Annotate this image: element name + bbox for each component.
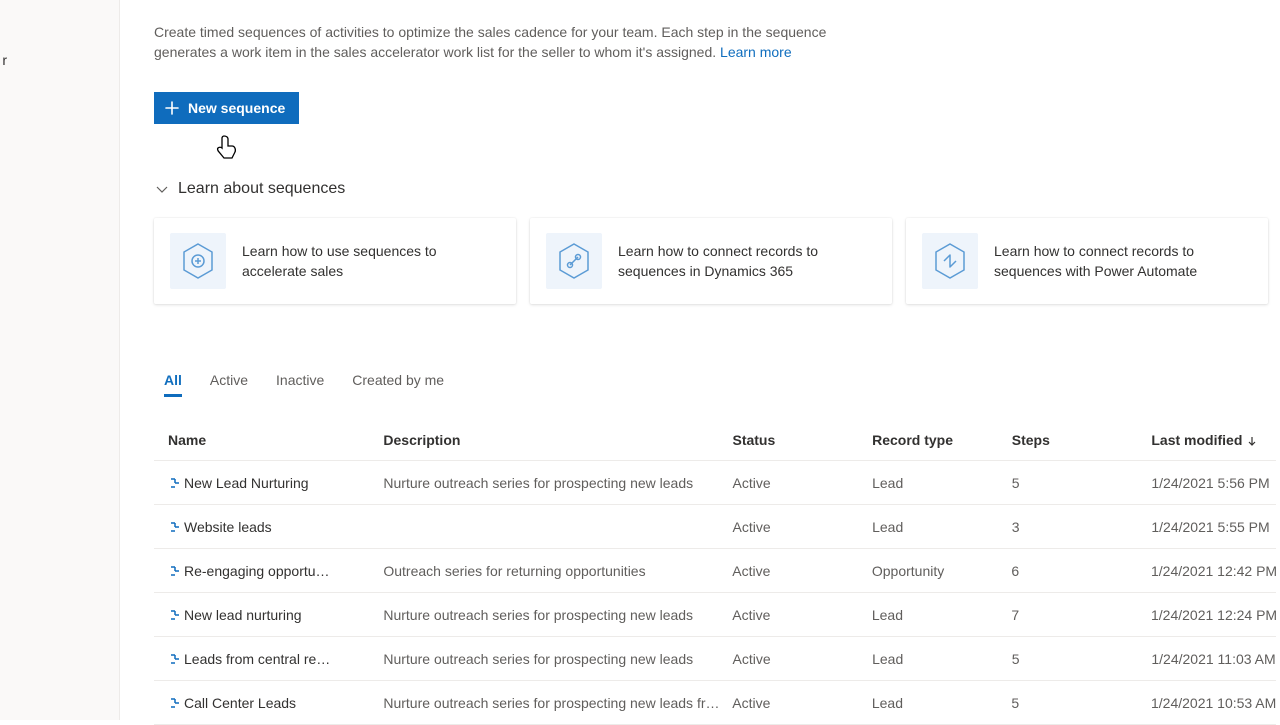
row-last-modified: 1/24/2021 12:42 PM [1151,563,1276,579]
hexagon-flow-icon [922,233,978,289]
sidebar-fragment: r [2,52,7,68]
row-description: Nurture outreach series for prospecting … [383,607,732,623]
sequence-icon [168,652,182,666]
col-status[interactable]: Status [732,432,872,448]
hexagon-plus-icon [170,233,226,289]
row-last-modified: 1/24/2021 5:56 PM [1151,475,1276,491]
row-status: Active [732,651,872,667]
sequence-icon [168,608,182,622]
sidebar: r [0,0,120,720]
row-record-type: Lead [872,651,1012,667]
learn-card-label: Learn how to connect records to sequence… [994,241,1252,281]
learn-card-label: Learn how to connect records to sequence… [618,241,876,281]
learn-card-label: Learn how to use sequences to accelerate… [242,241,500,281]
learn-cards: Learn how to use sequences to accelerate… [154,218,1276,304]
sequence-icon [168,520,182,534]
sequence-icon [168,476,182,490]
sequences-table: Name Description Status Record type Step… [154,419,1276,725]
row-last-modified: 1/24/2021 12:24 PM [1151,607,1276,623]
intro-text: Create timed sequences of activities to … [154,22,874,62]
table-row[interactable]: Website leads ActiveLead31/24/2021 5:55 P… [154,505,1276,549]
sequence-icon [168,564,182,578]
row-status: Active [732,563,872,579]
learn-card-connect-d365[interactable]: Learn how to connect records to sequence… [530,218,892,304]
tab-active[interactable]: Active [210,372,248,397]
row-steps: 7 [1011,607,1151,623]
col-description[interactable]: Description [383,432,732,448]
row-status: Active [732,607,872,623]
table-row[interactable]: Leads from central re… Nurture outreach s… [154,637,1276,681]
table-row[interactable]: New lead nurturing Nurture outreach serie… [154,593,1276,637]
tab-all[interactable]: All [164,372,182,397]
row-name: Website leads [184,519,272,535]
row-record-type: Lead [872,519,1012,535]
row-steps: 3 [1012,519,1152,535]
new-sequence-button[interactable]: New sequence [154,92,299,124]
row-last-modified: 1/24/2021 5:55 PM [1151,519,1276,535]
sort-desc-icon [1246,434,1258,446]
learn-card-accelerate[interactable]: Learn how to use sequences to accelerate… [154,218,516,304]
learn-section-toggle[interactable]: Learn about sequences [154,180,1276,198]
row-name: Call Center Leads [184,695,296,711]
learn-card-connect-pa[interactable]: Learn how to connect records to sequence… [906,218,1268,304]
row-status: Active [732,475,872,491]
row-steps: 6 [1011,563,1151,579]
row-description: Nurture outreach series for prospecting … [383,475,732,491]
table-row[interactable]: New Lead Nurturing Nurture outreach serie… [154,461,1276,505]
row-steps: 5 [1012,651,1152,667]
new-sequence-label: New sequence [188,100,285,116]
filter-tabs: All Active Inactive Created by me [154,372,1276,397]
col-last-modified[interactable]: Last modified [1151,432,1276,448]
row-description: Nurture outreach series for prospecting … [383,651,732,667]
row-name: Re-engaging opportu… [184,563,330,579]
row-description: Outreach series for returning opportunit… [383,563,732,579]
row-name: Leads from central re… [184,651,330,667]
row-record-type: Lead [872,695,1012,711]
col-steps[interactable]: Steps [1012,432,1152,448]
row-record-type: Lead [872,475,1012,491]
plus-icon [164,100,180,116]
col-last-modified-label: Last modified [1151,432,1242,448]
row-steps: 5 [1012,475,1152,491]
learn-heading: Learn about sequences [178,180,345,198]
col-name[interactable]: Name [154,432,383,448]
row-last-modified: 1/24/2021 10:53 AM [1151,695,1276,711]
row-status: Active [732,519,872,535]
row-status: Active [732,695,872,711]
learn-more-link[interactable]: Learn more [720,44,792,60]
sequence-icon [168,696,182,710]
row-description: Nurture outreach series for prospecting … [383,695,732,711]
row-steps: 5 [1011,695,1151,711]
row-name: New Lead Nurturing [184,475,309,491]
table-row[interactable]: Re-engaging opportu… Outreach series for … [154,549,1276,593]
row-record-type: Opportunity [872,563,1012,579]
row-record-type: Lead [872,607,1012,623]
table-header: Name Description Status Record type Step… [154,419,1276,461]
col-record-type[interactable]: Record type [872,432,1012,448]
chevron-down-icon [154,181,170,197]
row-name: New lead nurturing [184,607,302,623]
hexagon-link-icon [546,233,602,289]
tab-inactive[interactable]: Inactive [276,372,324,397]
row-last-modified: 1/24/2021 11:03 AM [1151,651,1276,667]
table-row[interactable]: Call Center Leads Nurture outreach series… [154,681,1276,725]
tab-created-by-me[interactable]: Created by me [352,372,444,397]
